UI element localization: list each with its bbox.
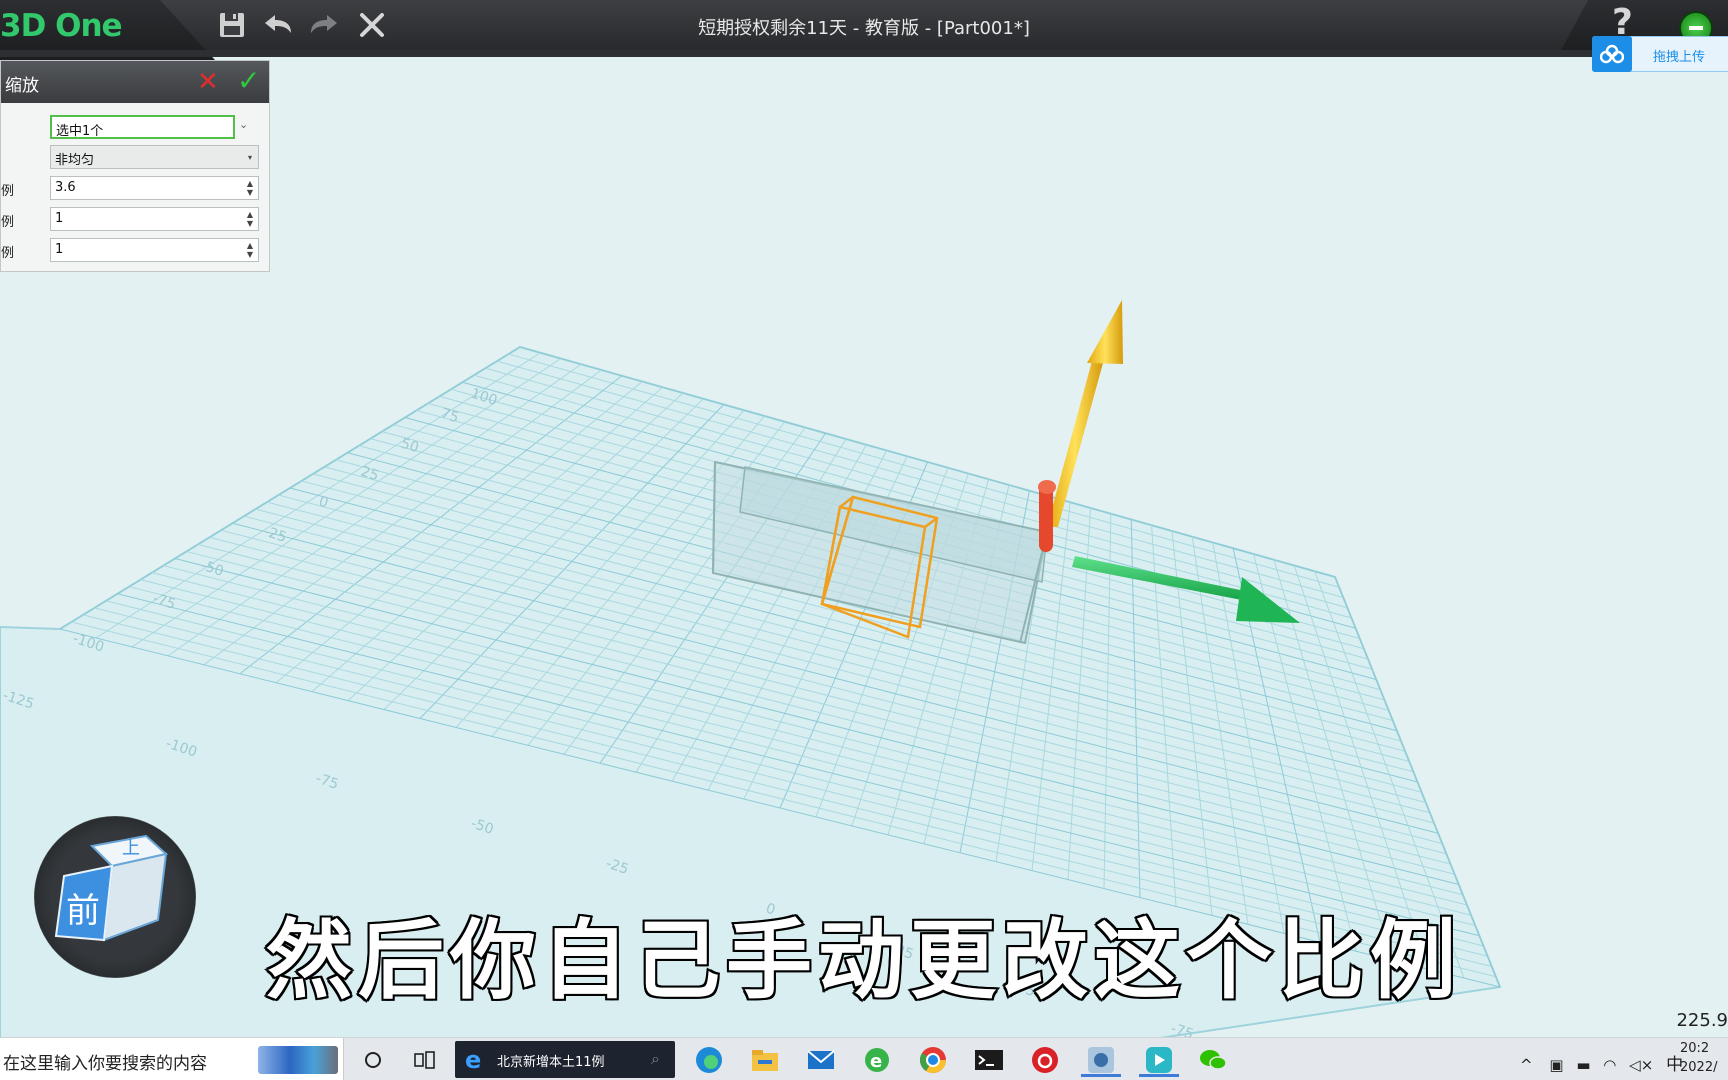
terminal-icon[interactable] xyxy=(972,1043,1006,1077)
taskbar-search-placeholder: 在这里输入你要搜索的内容 xyxy=(3,1054,207,1074)
view-cube-top-label: 上 xyxy=(122,838,140,859)
entity-row: 选中1个 ⌄ xyxy=(1,115,269,139)
panel-title: 缩放 xyxy=(5,76,39,96)
chrome-icon[interactable] xyxy=(916,1043,950,1077)
undo-icon xyxy=(265,15,291,33)
x-scale-label: 例 xyxy=(1,184,15,199)
y-scale-stepper-icon[interactable]: ▲ ▼ xyxy=(243,208,257,230)
scale-command-panel: 缩放 ✕ ✓ 选中1个 ⌄ 非均匀 ▾ 例 3.6 ▲ ▼ 例 1 ▲ ▼ 例 1 … xyxy=(0,60,270,272)
z-scale-stepper-icon[interactable]: ▲ ▼ xyxy=(243,239,257,261)
3d-one-app-icon[interactable] xyxy=(1081,1043,1121,1077)
close-icon xyxy=(360,13,384,37)
save-icon xyxy=(220,13,244,37)
entity-selector-field[interactable]: 选中1个 xyxy=(50,115,235,139)
video-player-icon[interactable] xyxy=(1139,1043,1179,1077)
chevron-up-icon[interactable]: ^ xyxy=(1520,1056,1533,1074)
volume-muted-icon[interactable]: ◁× xyxy=(1629,1056,1653,1074)
z-scale-label: 例 xyxy=(1,246,15,261)
wifi-icon[interactable]: ◠ xyxy=(1603,1056,1616,1074)
redo-button[interactable] xyxy=(304,6,344,44)
y-scale-row: 例 1 ▲ ▼ xyxy=(1,207,269,231)
netease-music-icon[interactable] xyxy=(1028,1043,1062,1077)
x-scale-stepper-icon[interactable]: ▲ ▼ xyxy=(243,177,257,199)
cortana-icon[interactable] xyxy=(356,1043,390,1077)
coordinate-readout: 225.9 xyxy=(1676,1010,1728,1031)
task-search-icon: ⌕ xyxy=(651,1049,660,1068)
z-scale-input[interactable]: 1 xyxy=(50,238,259,262)
y-scale-label: 例 xyxy=(1,215,15,230)
edge-icon[interactable] xyxy=(692,1043,726,1077)
dropdown-arrow-icon[interactable]: ▾ xyxy=(243,146,257,168)
taskbar-browser-task[interactable]: e 北京新增本土11例 ⌕ xyxy=(455,1041,675,1078)
method-row: 非均匀 ▾ xyxy=(1,145,269,169)
taskbar-search-box[interactable]: 在这里输入你要搜索的内容 xyxy=(0,1038,344,1080)
taskbar-browser-task-label: 北京新增本土11例 xyxy=(497,1055,605,1070)
scale-method-dropdown[interactable]: 非均匀 xyxy=(50,145,259,169)
undo-button[interactable] xyxy=(258,6,298,44)
x-scale-input[interactable]: 3.6 xyxy=(50,176,259,200)
network-card-icon[interactable]: ▣ xyxy=(1549,1056,1563,1074)
file-explorer-icon[interactable] xyxy=(748,1043,782,1077)
taskbar-time[interactable]: 20:2 xyxy=(1680,1041,1709,1056)
battery-icon[interactable]: ▬ xyxy=(1576,1056,1590,1074)
panel-header: 缩放 ✕ ✓ xyxy=(1,61,269,103)
wechat-icon[interactable] xyxy=(1196,1043,1230,1077)
y-scale-input[interactable]: 1 xyxy=(50,207,259,231)
task-view-icon[interactable] xyxy=(408,1043,442,1077)
exit-command-button[interactable] xyxy=(352,6,392,44)
svg-text:e: e xyxy=(870,1051,882,1072)
video-subtitle: 然后你自己手动更改这个比例 xyxy=(264,909,1462,1013)
system-tray: ^ ▣ ▬ ◠ ◁× 中 xyxy=(1520,1050,1683,1075)
title-bar: 3D One 短期授权剩余11天 - 教育版 - [Part001*] ? xyxy=(0,0,1728,60)
save-button[interactable] xyxy=(212,6,252,44)
windows-taskbar: 在这里输入你要搜索的内容 e 北京新增本土11例 ⌕ e ^ ▣ ▬ ◠ ◁× … xyxy=(0,1037,1728,1080)
confirm-icon[interactable]: ✓ xyxy=(237,67,260,95)
z-scale-row: 例 1 ▲ ▼ xyxy=(1,238,269,262)
redo-icon xyxy=(311,15,337,33)
title-bar-shadow xyxy=(0,50,1728,57)
active-indicator xyxy=(1139,1074,1179,1077)
app-logo: 3D One xyxy=(0,8,123,44)
x-scale-row: 例 3.6 ▲ ▼ xyxy=(1,176,269,200)
ie-icon: e xyxy=(465,1046,482,1074)
y-axis-arrow[interactable] xyxy=(1047,300,1123,527)
cancel-icon[interactable]: ✕ xyxy=(197,69,219,95)
active-indicator xyxy=(1081,1074,1121,1077)
chevron-down-icon[interactable]: ⌄ xyxy=(239,118,248,131)
taskbar-date[interactable]: 2022/ xyxy=(1680,1060,1717,1075)
ie-browser-icon[interactable]: e xyxy=(860,1043,894,1077)
search-highlight-icon xyxy=(258,1046,338,1074)
mail-icon[interactable] xyxy=(804,1043,838,1077)
